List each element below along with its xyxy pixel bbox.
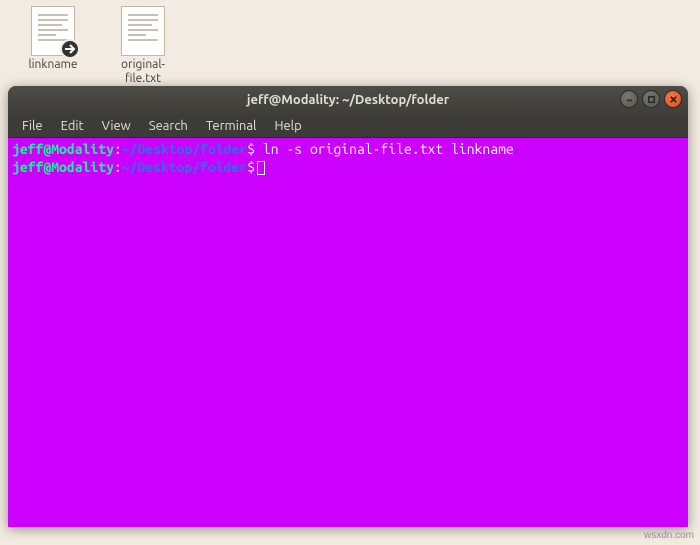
symlink-emblem-icon [60,39,80,59]
prompt-symbol: $ [247,141,255,157]
menu-view[interactable]: View [94,117,139,135]
prompt-sep: : [114,159,122,175]
watermark: wsxdn.com [644,530,694,541]
terminal-line: jeff@Modality:~/Desktop/folder$ [12,158,684,176]
desktop-background: linkname original-file.txt jeff@Modality… [0,0,700,545]
prompt-sep: : [114,141,122,157]
window-title: jeff@Modality: ~/Desktop/folder [8,93,688,107]
file-icon-lines [38,19,68,36]
terminal-command [255,141,263,157]
file-icon [121,6,165,56]
prompt-userhost: jeff@Modality [12,141,114,157]
prompt-userhost: jeff@Modality [12,159,114,175]
minimize-icon [625,95,634,104]
terminal-command-text: ln -s original-file.txt linkname [263,141,514,157]
menu-terminal[interactable]: Terminal [198,117,265,135]
maximize-button[interactable] [642,90,660,108]
menu-file[interactable]: File [14,117,51,135]
prompt-symbol: $ [247,159,255,175]
terminal-window: jeff@Modality: ~/Desktop/folder File Edi… [8,86,688,527]
prompt-path: ~/Desktop/folder [122,141,247,157]
menu-edit[interactable]: Edit [53,117,92,135]
close-icon [669,95,678,104]
minimize-button[interactable] [620,90,638,108]
terminal-cursor [257,161,265,175]
file-icon [31,6,75,56]
desktop-icon-linkname[interactable]: linkname [18,6,88,72]
file-icon-lines [128,19,158,36]
menubar: File Edit View Search Terminal Help [8,114,688,138]
window-controls [620,90,682,108]
menu-search[interactable]: Search [141,117,196,135]
menu-help[interactable]: Help [266,117,309,135]
terminal-line: jeff@Modality:~/Desktop/folder$ ln -s or… [12,140,684,158]
terminal-body[interactable]: jeff@Modality:~/Desktop/folder$ ln -s or… [8,138,688,527]
close-button[interactable] [664,90,682,108]
desktop-icon-label: original-file.txt [108,58,178,87]
prompt-path: ~/Desktop/folder [122,159,247,175]
window-titlebar[interactable]: jeff@Modality: ~/Desktop/folder [8,86,688,114]
maximize-icon [647,95,656,104]
desktop-icon-original-file[interactable]: original-file.txt [108,6,178,87]
desktop-icon-label: linkname [18,58,88,72]
